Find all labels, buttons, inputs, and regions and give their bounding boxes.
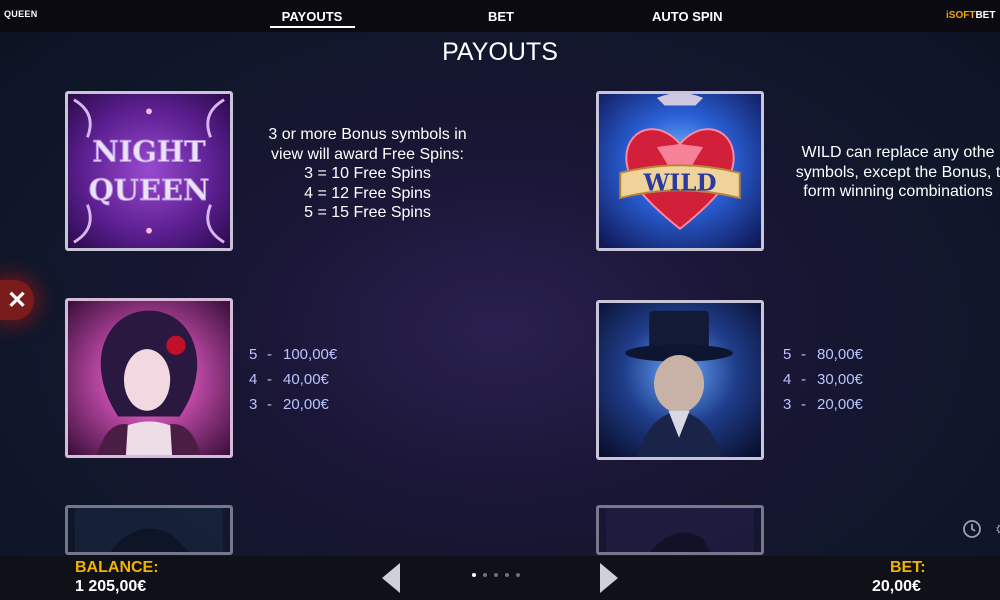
wild-description: WILD can replace any othe symbols, excep… bbox=[795, 144, 1000, 200]
page-dot[interactable] bbox=[472, 573, 476, 577]
tab-bet[interactable]: BET bbox=[488, 9, 514, 24]
close-button[interactable]: ✕ bbox=[0, 280, 34, 320]
svg-text:QUEEN: QUEEN bbox=[89, 173, 210, 207]
svg-text:NIGHT: NIGHT bbox=[92, 134, 206, 168]
tab-payouts[interactable]: PAYOUTS bbox=[270, 9, 354, 24]
page-dot[interactable] bbox=[494, 573, 498, 577]
page-dot[interactable] bbox=[505, 573, 509, 577]
bonus-description: 3 or more Bonus symbols in view will awa… bbox=[268, 126, 467, 221]
payout-row: 4-30,00€ bbox=[783, 371, 863, 388]
payout-row: 3-20,00€ bbox=[783, 396, 863, 413]
crow-symbol-tile-partial bbox=[596, 505, 764, 555]
bet-value: 20,00€ bbox=[872, 578, 921, 595]
page-title: PAYOUTS bbox=[442, 38, 558, 66]
gentleman-symbol-tile bbox=[596, 300, 764, 460]
close-icon: ✕ bbox=[6, 286, 28, 314]
game-title: QUEEN bbox=[4, 9, 38, 19]
bonus-symbol-tile: NIGHT QUEEN bbox=[65, 91, 233, 251]
active-tab-indicator bbox=[270, 26, 355, 28]
clock-icon[interactable] bbox=[962, 519, 982, 539]
balance-label: BALANCE: bbox=[75, 559, 159, 576]
tab-auto-spin[interactable]: AUTO SPIN bbox=[652, 9, 723, 24]
svg-text:WILD: WILD bbox=[643, 169, 717, 196]
queen-payout-list: 5-100,00€ 4-40,00€ 3-20,00€ bbox=[249, 342, 337, 417]
payout-row: 4-40,00€ bbox=[249, 371, 329, 388]
payout-row: 3-20,00€ bbox=[249, 396, 329, 413]
raven-symbol-tile-partial bbox=[65, 505, 233, 555]
next-page-arrow-icon[interactable] bbox=[600, 563, 618, 593]
previous-page-arrow-icon[interactable] bbox=[382, 563, 400, 593]
balance-value: 1 205,00€ bbox=[75, 578, 147, 595]
wild-symbol-tile: WILD bbox=[596, 91, 764, 251]
page-indicator bbox=[472, 573, 520, 577]
page-dot[interactable] bbox=[483, 573, 487, 577]
queen-symbol-tile bbox=[65, 298, 233, 458]
payout-row: 5-100,00€ bbox=[249, 346, 338, 363]
bet-label: BET: bbox=[890, 559, 926, 576]
page-dot[interactable] bbox=[516, 573, 520, 577]
gentleman-payout-list: 5-80,00€ 4-30,00€ 3-20,00€ bbox=[783, 342, 863, 417]
payout-row: 5-80,00€ bbox=[783, 346, 863, 363]
settings-icon-partial[interactable]: ⚙ bbox=[995, 521, 1000, 538]
brand-logo: iSOFTBET bbox=[946, 10, 996, 21]
